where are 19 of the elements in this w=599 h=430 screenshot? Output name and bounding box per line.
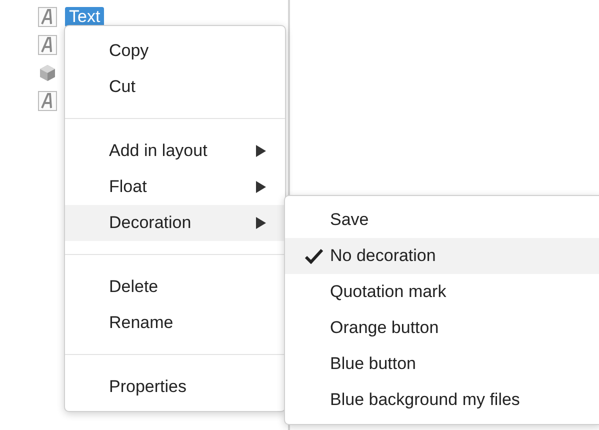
menu-item[interactable]: Cut <box>65 69 285 105</box>
menu-item[interactable]: No decoration <box>285 238 599 274</box>
menu-item[interactable]: Decoration <box>65 205 285 241</box>
menu-item[interactable]: Rename <box>65 305 285 341</box>
menu-item[interactable]: Properties <box>65 369 285 405</box>
cube-icon <box>38 63 57 83</box>
text-icon <box>38 7 57 27</box>
menu-item[interactable]: Float <box>65 169 285 205</box>
menu-item[interactable]: Orange button <box>285 310 599 346</box>
menu-item[interactable]: Copy <box>65 33 285 69</box>
menu-item[interactable]: Blue button <box>285 346 599 382</box>
text-icon <box>38 35 57 55</box>
text-icon <box>38 91 57 111</box>
menu-item[interactable]: Delete <box>65 269 285 305</box>
menu-item[interactable]: Blue background my files <box>285 382 599 418</box>
menu-item[interactable]: Save <box>285 202 599 238</box>
menu-item[interactable]: Add in layout <box>65 133 285 169</box>
menu-item[interactable]: Quotation mark <box>285 274 599 310</box>
checkmark-icon <box>305 248 323 264</box>
